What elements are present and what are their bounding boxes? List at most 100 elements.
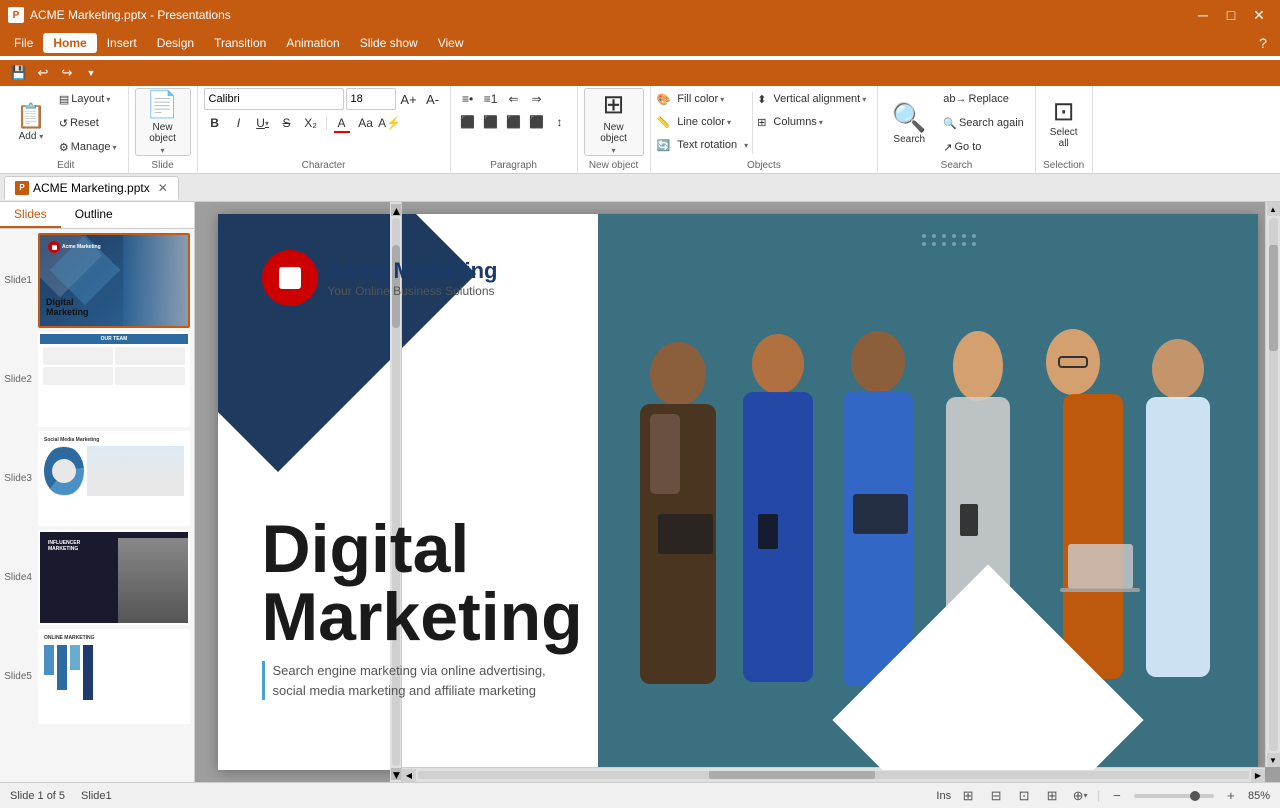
slide-item-2[interactable]: Slide2 OUR TEAM <box>4 332 190 427</box>
line-spacing-button[interactable]: ↕ <box>549 111 571 133</box>
thumb5-bg: ONLINE MARKETING <box>40 631 188 722</box>
fill-color-button[interactable]: Fill color ▾ <box>672 88 729 110</box>
thumb1-logo-circle <box>48 241 60 253</box>
reset-button[interactable]: ↺ Reset <box>54 112 122 134</box>
line-color-button[interactable]: Line color ▾ <box>672 111 736 133</box>
paragraph-group-content: ≡• ≡1 ⇐ ⇒ ⬛ ⬛ ⬛ ⬛ ↕ <box>457 88 571 158</box>
quick-access-more[interactable]: ▼ <box>80 63 102 83</box>
menu-slideshow[interactable]: Slide show <box>350 33 428 53</box>
font-color-button[interactable]: A <box>331 112 353 134</box>
file-tab[interactable]: P ACME Marketing.pptx ✕ <box>4 176 179 200</box>
font-size-btn2[interactable]: Aa <box>355 112 377 134</box>
slide-thumb-1[interactable]: Acme Marketing DigitalMarketing <box>38 233 190 328</box>
clear-format-button[interactable]: A⚡ <box>379 112 401 134</box>
layout-button[interactable]: ▤ Layout ▾ <box>54 88 122 110</box>
zoom-out-button[interactable]: − <box>1106 786 1128 806</box>
align-left-button[interactable]: ⬛ <box>457 111 479 133</box>
goto-button[interactable]: ↗ Go to <box>938 136 1029 158</box>
slide-item-5[interactable]: Slide5 ONLINE MARKETING <box>4 629 190 724</box>
close-button[interactable]: ✕ <box>1246 5 1272 25</box>
menu-home[interactable]: Home <box>43 33 96 53</box>
normal-view-button[interactable]: ⊞ <box>957 786 979 806</box>
tab-outline[interactable]: Outline <box>61 202 127 228</box>
font-size-input[interactable] <box>346 88 396 110</box>
slide-number-2: Slide2 <box>4 374 32 385</box>
numbering-button[interactable]: ≡1 <box>480 88 502 110</box>
slide-item-4[interactable]: Slide4 INFLUENCERMARKETING <box>4 530 190 625</box>
thumb3-title: Social Media Marketing <box>44 437 184 443</box>
subscript-button[interactable]: X₂ <box>300 112 322 134</box>
search-again-button[interactable]: 🔍 Search again <box>938 112 1029 134</box>
search-group-content: 🔍 Search ab→ Replace 🔍 Search again ↗ Go… <box>884 88 1029 158</box>
right-scrollbar[interactable]: ▲ ▼ <box>1265 202 1280 767</box>
save-button[interactable]: 💾 <box>8 63 30 83</box>
add-button[interactable]: 📋 Add ▾ <box>10 88 52 156</box>
thumb4-bg: INFLUENCERMARKETING <box>40 532 188 623</box>
help-button[interactable]: ? <box>1250 33 1276 53</box>
h-scrollbar[interactable]: ◀ ▶ <box>402 767 1265 782</box>
minimize-button[interactable]: ─ <box>1190 5 1216 25</box>
zoom-in-button[interactable]: + <box>1220 786 1242 806</box>
new-object-large-button[interactable]: ⊞ Newobject ▾ <box>584 88 644 156</box>
outline-view-button[interactable]: ⊟ <box>985 786 1007 806</box>
align-center-button[interactable]: ⬛ <box>480 111 502 133</box>
vertical-align-row: ⬍ Vertical alignment ▾ <box>757 88 871 110</box>
text-rotation-button[interactable]: Text rotation <box>672 134 742 156</box>
menu-transition[interactable]: Transition <box>204 33 276 53</box>
slide-thumb-3[interactable]: Social Media Marketing <box>38 431 190 526</box>
notes-view-button[interactable]: ⊡ <box>1013 786 1035 806</box>
font-decrease-button[interactable]: A- <box>422 88 444 110</box>
menu-animation[interactable]: Animation <box>276 33 349 53</box>
strikethrough-button[interactable]: S <box>276 112 298 134</box>
scroll-down-btn[interactable]: ▼ <box>391 768 401 780</box>
thumb2-bg: OUR TEAM <box>40 334 188 425</box>
menu-view[interactable]: View <box>428 33 474 53</box>
thumb1-logo: Acme Marketing <box>48 241 101 253</box>
decrease-indent-button[interactable]: ⇐ <box>503 88 525 110</box>
slide-thumb-5[interactable]: ONLINE MARKETING <box>38 629 190 724</box>
slide-item-1[interactable]: Slide1 Acme Marketing DigitalMa <box>4 233 190 328</box>
bold-button[interactable]: B <box>204 112 226 134</box>
slide-sorter-button[interactable]: ⊞ <box>1041 786 1063 806</box>
justify-button[interactable]: ⬛ <box>526 111 548 133</box>
undo-button[interactable]: ↩ <box>32 63 54 83</box>
h-scroll-left[interactable]: ◀ <box>402 769 416 782</box>
bullets-button[interactable]: ≡• <box>457 88 479 110</box>
slide-item-3[interactable]: Slide3 Social Media Marketing <box>4 431 190 526</box>
para-row1: ≡• ≡1 ⇐ ⇒ <box>457 88 571 110</box>
thumb2-grid <box>40 344 188 388</box>
v-scroll-up[interactable]: ▲ <box>1267 202 1280 216</box>
italic-button[interactable]: I <box>228 112 250 134</box>
h-scroll-right[interactable]: ▶ <box>1251 769 1265 782</box>
close-tab-button[interactable]: ✕ <box>158 181 168 195</box>
font-increase-button[interactable]: A+ <box>398 88 420 110</box>
thumb1-headline: DigitalMarketing <box>46 298 89 318</box>
maximize-button[interactable]: □ <box>1218 5 1244 25</box>
search-large-button[interactable]: 🔍 Search <box>884 89 934 157</box>
underline-button[interactable]: U ▾ <box>252 112 274 134</box>
slide-number-5: Slide5 <box>4 671 32 682</box>
h-scroll-track[interactable] <box>418 771 1249 779</box>
slide-thumb-2[interactable]: OUR TEAM <box>38 332 190 427</box>
v-scroll-down[interactable]: ▼ <box>1267 753 1280 767</box>
select-all-button[interactable]: ⊡ Select all <box>1042 88 1086 156</box>
increase-indent-button[interactable]: ⇒ <box>526 88 548 110</box>
redo-button[interactable]: ↪ <box>56 63 78 83</box>
columns-button[interactable]: Columns ▾ <box>768 111 827 133</box>
align-right-button[interactable]: ⬛ <box>503 111 525 133</box>
slides-list[interactable]: Slide1 Acme Marketing DigitalMa <box>0 229 194 782</box>
tab-slides[interactable]: Slides <box>0 202 61 228</box>
menu-design[interactable]: Design <box>147 33 204 53</box>
menu-file[interactable]: File <box>4 33 43 53</box>
new-object-button[interactable]: 📄 Newobject ▾ <box>135 88 191 156</box>
view-options-button[interactable]: ⊕ ▾ <box>1069 786 1091 806</box>
scroll-up-btn[interactable]: ▲ <box>391 204 401 216</box>
zoom-slider[interactable] <box>1134 794 1214 798</box>
v-scroll-track[interactable] <box>1269 218 1278 751</box>
font-name-input[interactable] <box>204 88 344 110</box>
vertical-alignment-button[interactable]: Vertical alignment ▾ <box>768 88 871 110</box>
menu-insert[interactable]: Insert <box>97 33 147 53</box>
manage-button[interactable]: ⚙ Manage ▾ <box>54 136 122 158</box>
replace-button[interactable]: ab→ Replace <box>938 88 1029 110</box>
slide-thumb-4[interactable]: INFLUENCERMARKETING <box>38 530 190 625</box>
